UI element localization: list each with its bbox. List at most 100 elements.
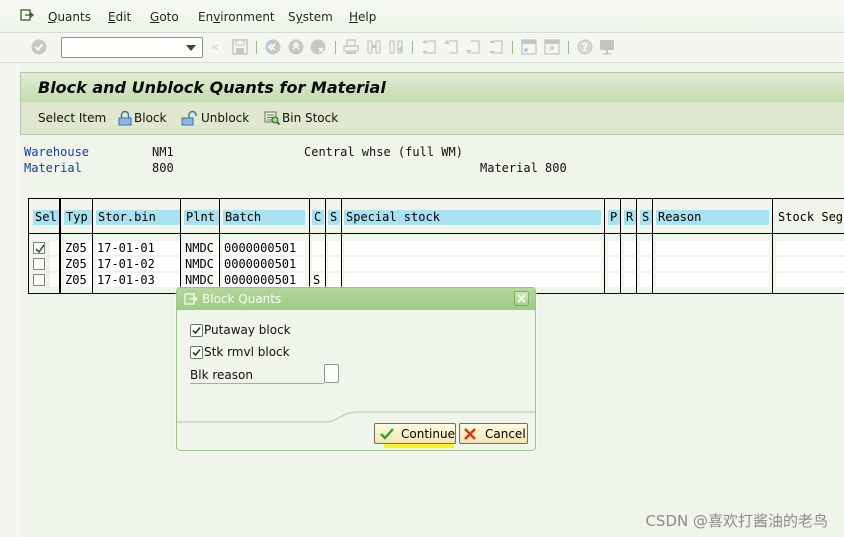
cancel-icon[interactable]: [310, 39, 326, 55]
dialog-system-icon: [184, 293, 199, 308]
blk-reason-input[interactable]: [324, 364, 339, 383]
cell-batch[interactable]: 0000000501: [223, 257, 305, 272]
putaway-block-checkbox[interactable]: [190, 324, 203, 337]
cell-s[interactable]: [328, 257, 340, 272]
column-header-special-stock[interactable]: Special stock: [344, 210, 601, 225]
previous-page-icon[interactable]: [443, 39, 459, 55]
command-field[interactable]: [61, 37, 203, 58]
cell-c[interactable]: [312, 241, 324, 256]
back-icon[interactable]: [265, 39, 281, 55]
material-value: 800: [152, 161, 174, 175]
cell-stor-bin[interactable]: 17-01-02: [96, 257, 180, 272]
cell-plnt[interactable]: NMDC: [184, 241, 219, 256]
cell-s[interactable]: [328, 273, 340, 288]
cell-stock-seg[interactable]: [776, 257, 844, 272]
warehouse-description: Central whse (full WM): [304, 145, 463, 159]
cell-stor-bin[interactable]: 17-01-03: [96, 273, 180, 288]
cell-typ[interactable]: Z05: [64, 241, 92, 256]
menu-environment[interactable]: Environment: [198, 10, 275, 24]
cell-c[interactable]: [312, 257, 324, 272]
row-select-checkbox[interactable]: [33, 274, 45, 286]
cell-stock-seg[interactable]: [776, 241, 844, 256]
svg-text:?: ?: [582, 41, 588, 54]
back-double-icon[interactable]: «: [211, 40, 227, 56]
cell-p[interactable]: [608, 241, 620, 256]
column-header-batch[interactable]: Batch: [223, 210, 305, 225]
column-header-reason[interactable]: Reason: [656, 210, 769, 225]
enter-icon[interactable]: [31, 39, 47, 55]
cell-reason[interactable]: [656, 241, 769, 256]
menu-goto[interactable]: Goto: [150, 10, 179, 24]
dialog-title-bar[interactable]: Block Quants: [177, 288, 535, 310]
cell-stor-bin[interactable]: 17-01-01: [96, 241, 180, 256]
quants-table: Sel Typ Stor.bin Plnt Batch C S Special …: [28, 198, 844, 294]
menu-help[interactable]: Help: [349, 10, 376, 24]
cell-stock-seg[interactable]: [776, 273, 844, 288]
cell-s2[interactable]: [640, 257, 652, 272]
select-item-button[interactable]: Select Item: [38, 111, 106, 125]
column-header-p[interactable]: P: [608, 210, 620, 225]
toolbar-separator: [335, 41, 336, 54]
cell-s[interactable]: [328, 241, 340, 256]
cell-typ[interactable]: Z05: [64, 273, 92, 288]
chevron-down-icon[interactable]: [186, 45, 196, 51]
exit-icon[interactable]: [288, 39, 304, 55]
cell-s2[interactable]: [640, 241, 652, 256]
customize-layout-icon[interactable]: [599, 39, 615, 55]
cell-special-stock[interactable]: [344, 273, 601, 288]
last-page-icon[interactable]: [488, 39, 504, 55]
cell-p[interactable]: [608, 257, 620, 272]
save-icon[interactable]: [232, 39, 248, 55]
stk-rmvl-block-checkbox[interactable]: [190, 346, 203, 359]
cell-plnt[interactable]: NMDC: [184, 273, 219, 288]
shortcut-icon[interactable]: [544, 39, 560, 55]
menu-system[interactable]: System: [288, 10, 333, 24]
find-icon[interactable]: [366, 39, 382, 55]
cell-special-stock[interactable]: [344, 257, 601, 272]
column-header-sel[interactable]: Sel: [33, 210, 59, 225]
row-select-checkbox[interactable]: [33, 242, 45, 254]
toolbar-separator: [256, 41, 257, 54]
menu-edit[interactable]: Edit: [108, 10, 131, 24]
block-button[interactable]: Block: [118, 110, 166, 126]
cell-reason[interactable]: [656, 273, 769, 288]
cell-typ[interactable]: Z05: [64, 257, 92, 272]
cancel-button[interactable]: Cancel: [459, 423, 528, 444]
row-select-checkbox[interactable]: [33, 258, 45, 270]
cell-batch[interactable]: 0000000501: [223, 241, 305, 256]
cell-s2[interactable]: [640, 273, 652, 288]
menu-quants[interactable]: Quants: [48, 10, 91, 24]
toolbar-separator: [412, 41, 413, 54]
cell-c[interactable]: S: [312, 273, 324, 288]
cell-r[interactable]: [624, 241, 636, 256]
system-menu-icon[interactable]: [20, 9, 35, 21]
bin-stock-button[interactable]: Bin Stock: [264, 110, 338, 126]
cell-p[interactable]: [608, 273, 620, 288]
cell-reason[interactable]: [656, 257, 769, 272]
column-header-stock-seg[interactable]: Stock Seg: [776, 210, 844, 225]
column-header-stor-bin[interactable]: Stor.bin: [96, 210, 180, 225]
cell-special-stock[interactable]: [344, 241, 601, 256]
material-description: Material 800: [480, 161, 567, 175]
toolbar-separator: [512, 41, 513, 54]
column-header-s[interactable]: S: [328, 210, 340, 225]
cell-plnt[interactable]: NMDC: [184, 257, 219, 272]
column-header-s2[interactable]: S: [640, 210, 652, 225]
print-icon[interactable]: [343, 39, 359, 55]
column-header-typ[interactable]: Typ: [64, 210, 92, 225]
first-page-icon[interactable]: [421, 39, 437, 55]
next-page-icon[interactable]: [465, 39, 481, 55]
blk-reason-label: Blk reason: [190, 368, 324, 384]
cell-batch[interactable]: 0000000501: [223, 273, 305, 288]
column-header-c[interactable]: C: [312, 210, 324, 225]
cell-r[interactable]: [624, 273, 636, 288]
find-next-icon[interactable]: [388, 39, 404, 55]
unblock-button[interactable]: Unblock: [181, 110, 249, 126]
continue-button[interactable]: Continue: [374, 423, 456, 444]
column-header-r[interactable]: R: [624, 210, 636, 225]
cell-r[interactable]: [624, 257, 636, 272]
close-button[interactable]: [514, 291, 529, 306]
column-header-plnt[interactable]: Plnt: [184, 210, 219, 225]
create-session-icon[interactable]: [521, 39, 537, 55]
help-icon[interactable]: ?: [577, 39, 593, 55]
